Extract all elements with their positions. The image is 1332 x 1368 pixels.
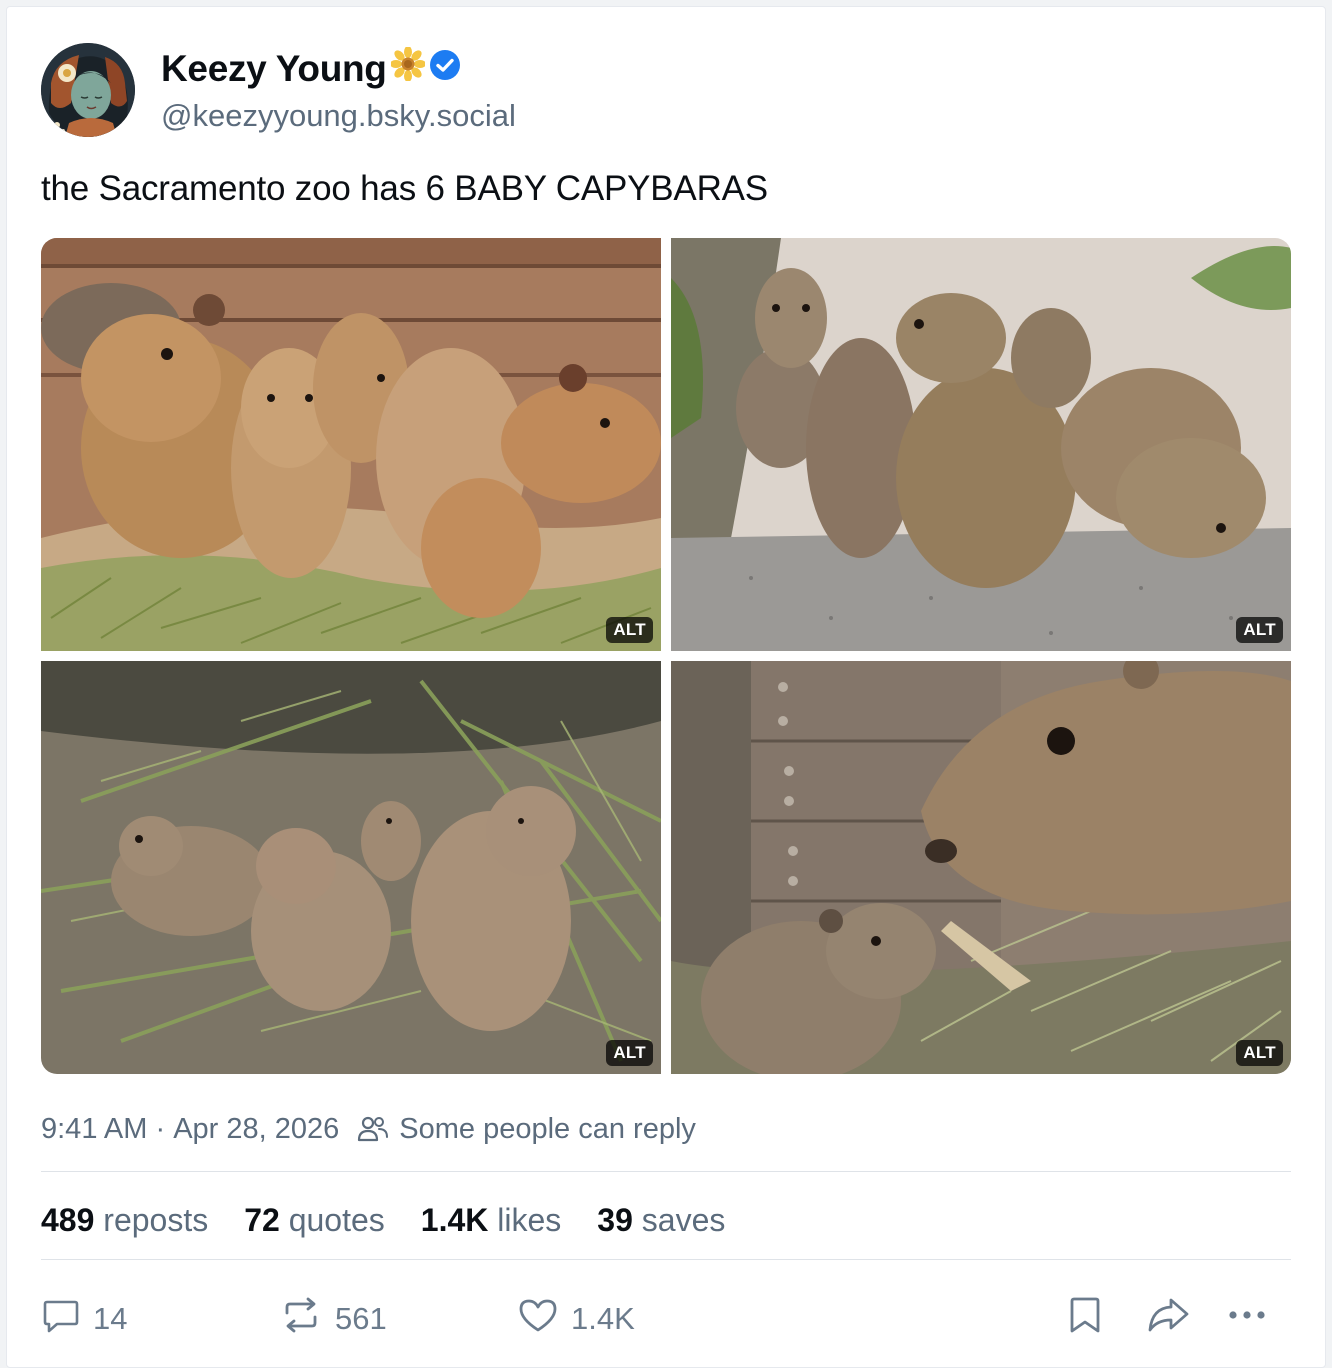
author-display-name[interactable]: Keezy Young bbox=[161, 47, 387, 91]
image-grid: ALT ALT ALT ALT bbox=[41, 238, 1291, 1074]
people-icon bbox=[357, 1114, 389, 1144]
verified-badge-icon bbox=[429, 47, 461, 91]
divider-top bbox=[41, 1171, 1291, 1172]
sunflower-emoji-icon bbox=[389, 46, 426, 91]
post-text: the Sacramento zoo has 6 BABY CAPYBARAS bbox=[41, 169, 768, 208]
post-image-1[interactable]: ALT bbox=[41, 238, 661, 651]
post-card: Keezy Young @keezyyoung.bsky.social the … bbox=[6, 6, 1326, 1368]
reply-button[interactable]: 14 bbox=[41, 1295, 127, 1343]
bookmark-icon bbox=[1065, 1294, 1105, 1344]
post-meta: 9:41 AM · Apr 28, 2026 Some people can r… bbox=[41, 1111, 696, 1147]
author-avatar[interactable] bbox=[41, 43, 135, 137]
post-time[interactable]: 9:41 AM bbox=[41, 1111, 147, 1147]
repost-icon bbox=[279, 1295, 323, 1343]
alt-badge[interactable]: ALT bbox=[606, 1040, 653, 1066]
like-button[interactable]: 1.4K bbox=[517, 1295, 635, 1343]
author-info: Keezy Young @keezyyoung.bsky.social bbox=[161, 46, 516, 135]
repost-button[interactable]: 561 bbox=[279, 1295, 387, 1343]
post-image-2[interactable]: ALT bbox=[671, 238, 1291, 651]
reply-count: 14 bbox=[93, 1301, 128, 1336]
more-options-button[interactable] bbox=[1225, 1295, 1269, 1343]
quotes-stat[interactable]: 72 quotes bbox=[244, 1200, 385, 1240]
action-bar: 14 561 1.4K bbox=[41, 1295, 1291, 1343]
alt-badge[interactable]: ALT bbox=[606, 617, 653, 643]
alt-badge[interactable]: ALT bbox=[1236, 617, 1283, 643]
divider-bottom bbox=[41, 1259, 1291, 1260]
meta-separator: · bbox=[147, 1113, 174, 1145]
reposts-stat[interactable]: 489 reposts bbox=[41, 1200, 208, 1240]
saves-stat[interactable]: 39 saves bbox=[597, 1200, 725, 1240]
repost-count: 561 bbox=[335, 1301, 387, 1336]
likes-stat[interactable]: 1.4K likes bbox=[421, 1200, 562, 1240]
post-image-3[interactable]: ALT bbox=[41, 661, 661, 1074]
alt-badge[interactable]: ALT bbox=[1236, 1040, 1283, 1066]
post-date[interactable]: Apr 28, 2026 bbox=[173, 1111, 339, 1147]
heart-icon bbox=[517, 1295, 559, 1343]
share-button[interactable] bbox=[1145, 1295, 1193, 1343]
more-icon bbox=[1225, 1295, 1269, 1343]
like-count: 1.4K bbox=[571, 1301, 635, 1336]
author-handle[interactable]: @keezyyoung.bsky.social bbox=[161, 97, 516, 135]
post-image-4[interactable]: ALT bbox=[671, 661, 1291, 1074]
reply-setting[interactable]: Some people can reply bbox=[399, 1111, 696, 1147]
share-icon bbox=[1145, 1294, 1193, 1344]
engagement-stats: 489 reposts 72 quotes 1.4K likes 39 save… bbox=[41, 1200, 725, 1240]
bookmark-button[interactable] bbox=[1065, 1295, 1105, 1343]
reply-icon bbox=[41, 1295, 81, 1343]
